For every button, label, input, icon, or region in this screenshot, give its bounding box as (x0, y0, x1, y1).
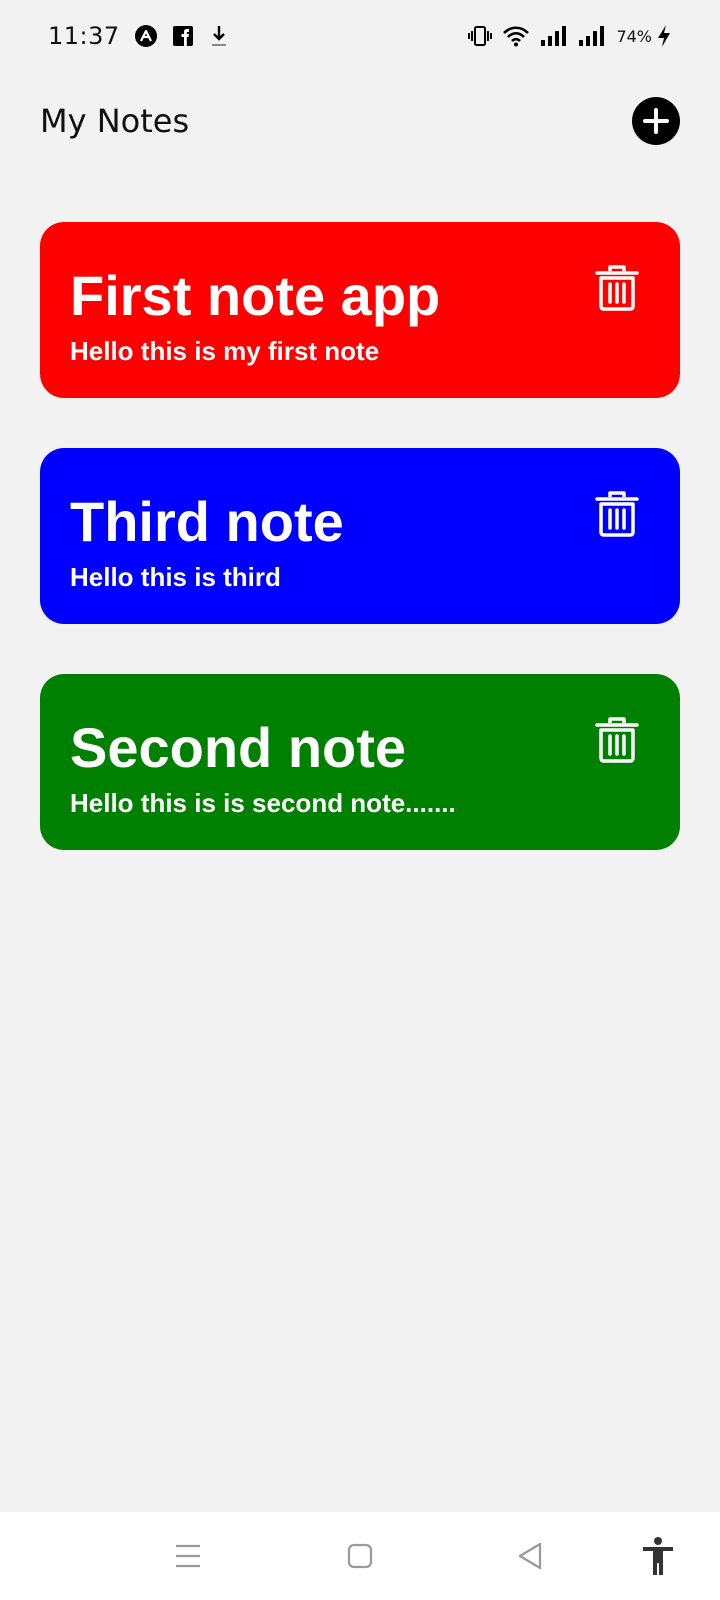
status-left: 11:37 (48, 22, 230, 50)
trash-icon (594, 716, 640, 764)
accessibility-icon (641, 1536, 675, 1576)
accessibility-button[interactable] (636, 1534, 680, 1578)
wifi-icon (502, 25, 530, 47)
note-card[interactable]: Second note Hello this is is second note… (40, 674, 680, 850)
facebook-icon (172, 25, 194, 47)
trash-icon (594, 490, 640, 538)
add-note-button[interactable] (632, 97, 680, 145)
page-title: My Notes (40, 102, 190, 140)
vpn-icon (134, 24, 158, 48)
home-button[interactable] (338, 1534, 382, 1578)
menu-icon (174, 1543, 202, 1569)
note-card[interactable]: First note app Hello this is my first no… (40, 222, 680, 398)
back-icon (517, 1542, 543, 1570)
system-nav-bar (0, 1512, 720, 1600)
delete-note-button[interactable] (594, 490, 640, 538)
home-icon (347, 1543, 373, 1569)
signal-icon (578, 25, 606, 47)
note-body: Hello this is is second note....... (70, 788, 456, 818)
status-right: 74% (468, 24, 672, 48)
note-title: Third note (70, 490, 344, 553)
note-title: Second note (70, 716, 407, 779)
note-card[interactable]: Third note Hello this is third (40, 448, 680, 624)
vibrate-icon (468, 25, 493, 47)
recents-button[interactable] (166, 1534, 210, 1578)
download-icon (208, 24, 230, 48)
note-list: First note app Hello this is my first no… (40, 222, 680, 900)
status-bar: 11:37 74% (0, 0, 720, 72)
note-title: First note app (70, 264, 441, 327)
clock: 11:37 (48, 22, 120, 50)
signal-icon (540, 25, 568, 47)
plus-icon (642, 107, 670, 135)
battery-level: 74% (616, 26, 652, 46)
header: My Notes (40, 96, 680, 146)
delete-note-button[interactable] (594, 716, 640, 764)
delete-note-button[interactable] (594, 264, 640, 312)
trash-icon (594, 264, 640, 312)
note-body: Hello this is third (70, 562, 281, 592)
note-body: Hello this is my first note (70, 336, 380, 366)
back-button[interactable] (508, 1534, 552, 1578)
charging-icon (656, 24, 672, 48)
